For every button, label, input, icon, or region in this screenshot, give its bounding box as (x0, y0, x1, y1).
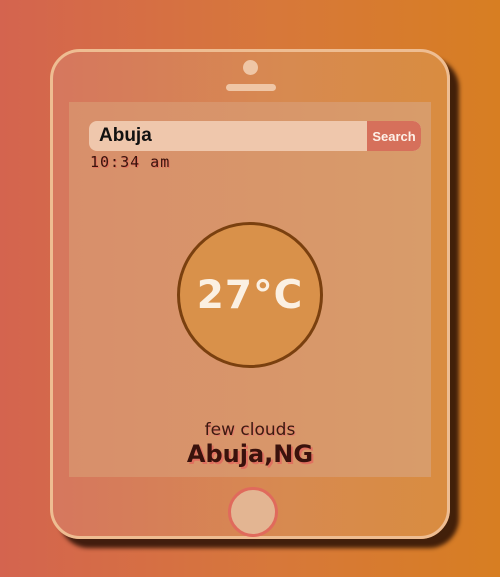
temperature-circle: 27°C (177, 222, 323, 368)
speaker-grille (226, 84, 276, 91)
weather-description: few clouds (204, 420, 296, 440)
search-button[interactable]: Search (367, 121, 421, 151)
city-search-input[interactable] (89, 121, 367, 151)
home-button[interactable] (228, 487, 278, 537)
search-bar: Search (89, 121, 421, 151)
tablet-frame: Search 10:34 am 27°C few clouds Abuja,NG (50, 49, 450, 539)
camera-icon (243, 60, 258, 75)
temperature-value: 27°C (196, 272, 304, 318)
current-time: 10:34 am (90, 153, 171, 171)
location-label: Abuja,NG (186, 440, 314, 468)
weather-screen: Search 10:34 am 27°C few clouds Abuja,NG (69, 102, 431, 477)
